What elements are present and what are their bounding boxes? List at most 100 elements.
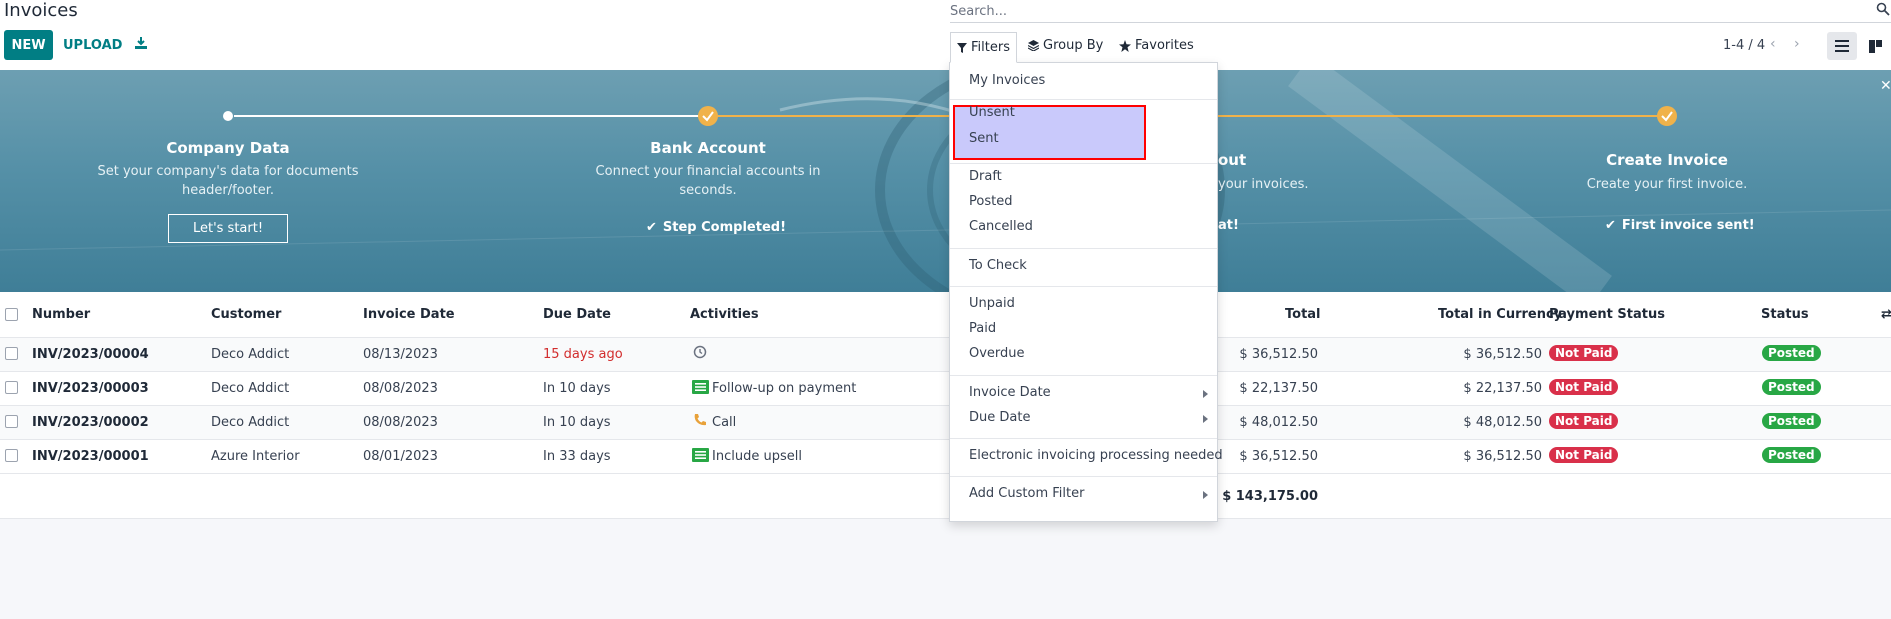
customer-name: Deco Addict	[211, 381, 290, 396]
filter-einvoicing-needed[interactable]: Electronic invoicing processing needed	[969, 448, 1223, 463]
upload-button[interactable]: UPLOAD	[63, 38, 122, 53]
step-invoice-desc: Create your first invoice.	[1586, 177, 1748, 192]
search-icon[interactable]	[1876, 2, 1891, 17]
caret-right-icon	[1203, 491, 1208, 499]
chevron-right-icon[interactable]: ›	[1794, 36, 1800, 52]
due-date: In 10 days	[543, 415, 611, 430]
filter-invoice-date[interactable]: Invoice Date	[969, 385, 1051, 400]
total-in-currency: $ 22,137.50	[1463, 381, 1542, 396]
status-badge: Posted	[1762, 379, 1821, 395]
filters-button[interactable]: Filters	[950, 32, 1017, 63]
step-bank-done-label: Step Completed!	[662, 220, 786, 235]
filter-paid[interactable]: Paid	[969, 321, 996, 336]
favorites-label: Favorites	[1135, 38, 1194, 53]
filter-due-date[interactable]: Due Date	[969, 410, 1030, 425]
close-icon[interactable]: ✕	[1880, 78, 1891, 94]
status-badge: Posted	[1762, 413, 1821, 429]
status-badge: Posted	[1762, 345, 1821, 361]
download-icon[interactable]	[134, 36, 150, 52]
activity-summary[interactable]: Follow-up on payment	[712, 381, 856, 396]
invoice-number: INV/2023/00001	[32, 449, 149, 464]
total-in-currency: $ 36,512.50	[1463, 347, 1542, 362]
group-by-button[interactable]: Group By	[1028, 38, 1103, 53]
column-header-number[interactable]: Number	[32, 307, 90, 322]
step-bank-desc-line1: Connect your financial accounts in	[595, 164, 821, 179]
filter-posted[interactable]: Posted	[969, 194, 1012, 209]
row-checkbox[interactable]	[5, 381, 18, 394]
menu-divider	[950, 476, 1217, 477]
filter-overdue[interactable]: Overdue	[969, 346, 1025, 361]
column-header-total[interactable]: Total	[1285, 307, 1321, 322]
kanban-view-icon[interactable]	[1862, 32, 1888, 60]
check-icon: ✔	[646, 220, 657, 235]
column-header-invoice-date[interactable]: Invoice Date	[363, 307, 455, 322]
row-checkbox[interactable]	[5, 449, 18, 462]
status-badge: Posted	[1762, 447, 1821, 463]
activity-summary[interactable]: Include upsell	[712, 449, 802, 464]
invoice-total: $ 36,512.50	[1239, 347, 1318, 362]
table-bottom-border	[0, 518, 1891, 519]
activity-summary[interactable]: Call	[712, 415, 736, 430]
filter-cancelled[interactable]: Cancelled	[969, 219, 1033, 234]
invoice-total: $ 22,137.50	[1239, 381, 1318, 396]
row-checkbox[interactable]	[5, 347, 18, 360]
step-layout-done-fragment: at!	[1218, 218, 1239, 233]
filter-my-invoices[interactable]: My Invoices	[969, 73, 1045, 88]
due-date: In 33 days	[543, 449, 611, 464]
row-checkbox[interactable]	[5, 415, 18, 428]
favorites-button[interactable]: Favorites	[1119, 38, 1194, 53]
select-all-checkbox[interactable]	[5, 308, 18, 321]
menu-divider	[950, 438, 1217, 439]
payment-status-badge: Not Paid	[1549, 447, 1619, 463]
filter-unsent[interactable]: Unsent	[969, 105, 1015, 120]
pager-value[interactable]: 1-4 / 4	[1723, 38, 1765, 53]
todo-list-icon[interactable]	[692, 448, 709, 466]
step-company-desc-line2: header/footer.	[181, 183, 275, 198]
filter-to-check[interactable]: To Check	[969, 258, 1027, 273]
customer-name: Deco Addict	[211, 415, 290, 430]
chevron-left-icon[interactable]: ‹	[1770, 36, 1776, 52]
invoice-date: 08/08/2023	[363, 415, 438, 430]
column-header-total-currency[interactable]: Total in Currency	[1438, 307, 1562, 322]
payment-status-badge: Not Paid	[1549, 413, 1619, 429]
search-input[interactable]	[950, 0, 1870, 22]
total-in-currency: $ 36,512.50	[1463, 449, 1542, 464]
invoice-number: INV/2023/00004	[32, 347, 149, 362]
page-title: Invoices	[4, 0, 78, 21]
column-header-status[interactable]: Status	[1761, 307, 1809, 322]
step-company-title: Company Data	[166, 139, 290, 157]
filter-icon	[957, 42, 968, 53]
customer-name: Azure Interior	[211, 449, 300, 464]
add-custom-filter[interactable]: Add Custom Filter	[969, 486, 1084, 501]
column-header-due-date[interactable]: Due Date	[543, 307, 611, 322]
column-header-customer[interactable]: Customer	[211, 307, 281, 322]
search-underline	[950, 22, 1891, 23]
filter-draft[interactable]: Draft	[969, 169, 1002, 184]
step-bank-title: Bank Account	[650, 139, 766, 157]
caret-right-icon	[1203, 390, 1208, 398]
phone-icon[interactable]	[693, 413, 707, 431]
step-layout-title-fragment: out	[1218, 151, 1247, 169]
column-header-payment-status[interactable]: Payment Status	[1549, 307, 1665, 322]
menu-divider	[950, 375, 1217, 376]
invoice-number: INV/2023/00003	[32, 381, 149, 396]
menu-divider	[950, 99, 1217, 100]
invoice-date: 08/01/2023	[363, 449, 438, 464]
invoice-date: 08/08/2023	[363, 381, 438, 396]
check-icon: ✔	[1605, 218, 1616, 233]
step-layout-desc-fragment: your invoices.	[1218, 177, 1309, 192]
filter-sent[interactable]: Sent	[969, 131, 999, 146]
step-company-desc-line1: Set your company's data for documents	[97, 164, 359, 179]
list-view-icon[interactable]	[1827, 32, 1857, 60]
column-header-activities[interactable]: Activities	[690, 307, 759, 322]
filter-unpaid[interactable]: Unpaid	[969, 296, 1015, 311]
lets-start-button[interactable]: Let's start!	[168, 214, 288, 243]
step-invoice-completed: ✔ First invoice sent!	[1605, 218, 1755, 233]
step-invoice-title: Create Invoice	[1606, 151, 1728, 169]
new-button[interactable]: NEW	[4, 30, 53, 60]
layers-icon	[1028, 40, 1039, 51]
step-bank-desc-line2: seconds.	[679, 183, 737, 198]
todo-list-icon[interactable]	[692, 380, 709, 398]
clock-icon[interactable]	[693, 345, 707, 363]
optional-columns-icon[interactable]: ⇄	[1881, 307, 1891, 322]
